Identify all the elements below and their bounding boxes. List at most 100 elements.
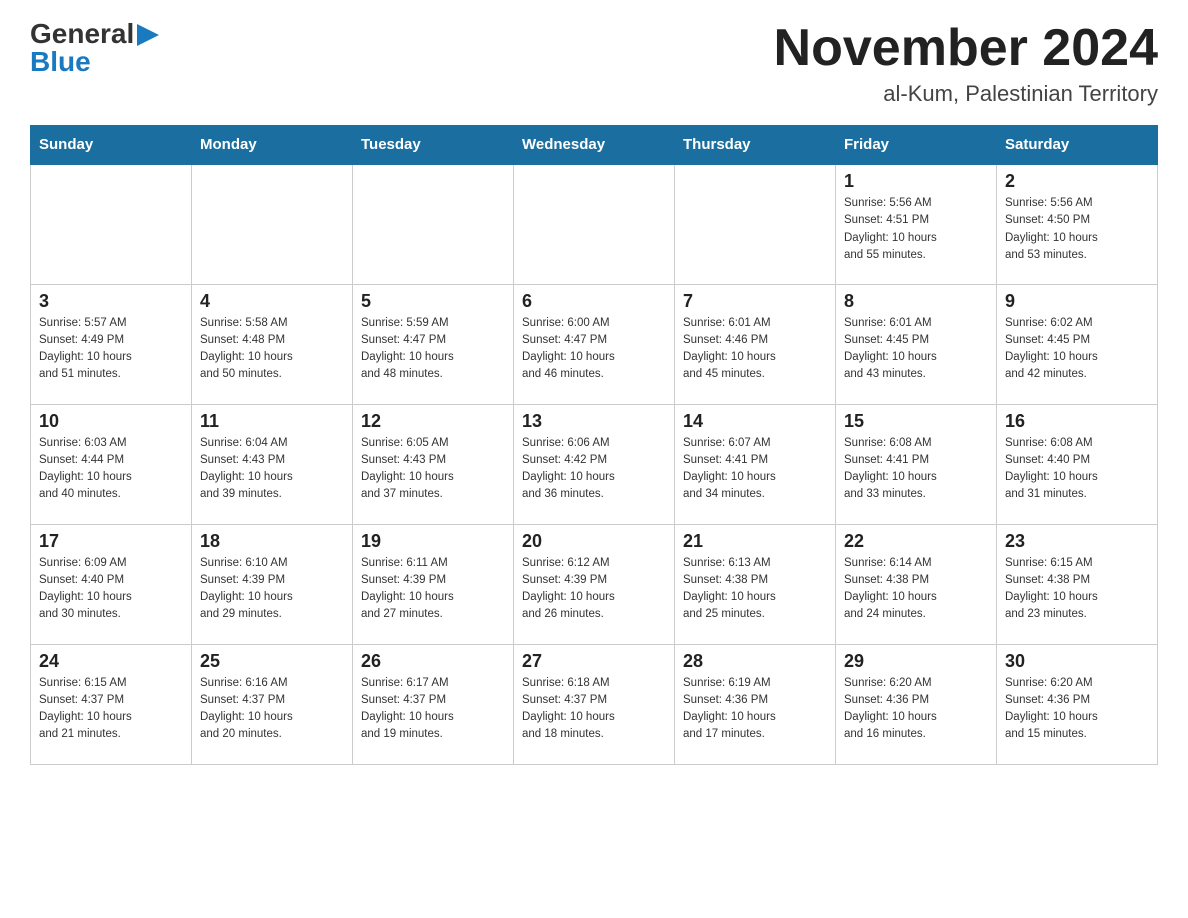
day-number: 25 <box>200 651 344 672</box>
calendar-cell: 27 Sunrise: 6:18 AM Sunset: 4:37 PM Dayli… <box>514 644 675 764</box>
day-info: Sunrise: 6:08 AM Sunset: 4:40 PM Dayligh… <box>1005 435 1149 504</box>
day-info: Sunrise: 6:02 AM Sunset: 4:45 PM Dayligh… <box>1005 315 1149 384</box>
day-info: Sunrise: 6:09 AM Sunset: 4:40 PM Dayligh… <box>39 555 183 624</box>
day-info: Sunrise: 6:05 AM Sunset: 4:43 PM Dayligh… <box>361 435 505 504</box>
day-number: 9 <box>1005 291 1149 312</box>
day-number: 2 <box>1005 171 1149 192</box>
calendar-cell: 20 Sunrise: 6:12 AM Sunset: 4:39 PM Dayli… <box>514 524 675 644</box>
day-info: Sunrise: 6:19 AM Sunset: 4:36 PM Dayligh… <box>683 675 827 744</box>
calendar-cell: 2 Sunrise: 5:56 AM Sunset: 4:50 PM Daylig… <box>997 164 1158 284</box>
day-number: 3 <box>39 291 183 312</box>
calendar-cell: 24 Sunrise: 6:15 AM Sunset: 4:37 PM Dayli… <box>31 644 192 764</box>
day-number: 4 <box>200 291 344 312</box>
calendar-cell: 22 Sunrise: 6:14 AM Sunset: 4:38 PM Dayli… <box>836 524 997 644</box>
day-of-week-header: Wednesday <box>514 126 675 165</box>
day-info: Sunrise: 6:01 AM Sunset: 4:45 PM Dayligh… <box>844 315 988 384</box>
calendar-cell: 15 Sunrise: 6:08 AM Sunset: 4:41 PM Dayli… <box>836 404 997 524</box>
calendar-cell: 1 Sunrise: 5:56 AM Sunset: 4:51 PM Daylig… <box>836 164 997 284</box>
calendar-cell <box>31 164 192 284</box>
day-number: 23 <box>1005 531 1149 552</box>
calendar-week-row: 17 Sunrise: 6:09 AM Sunset: 4:40 PM Dayli… <box>31 524 1158 644</box>
day-info: Sunrise: 6:12 AM Sunset: 4:39 PM Dayligh… <box>522 555 666 624</box>
calendar-week-row: 1 Sunrise: 5:56 AM Sunset: 4:51 PM Daylig… <box>31 164 1158 284</box>
day-info: Sunrise: 5:58 AM Sunset: 4:48 PM Dayligh… <box>200 315 344 384</box>
day-info: Sunrise: 6:11 AM Sunset: 4:39 PM Dayligh… <box>361 555 505 624</box>
day-info: Sunrise: 6:10 AM Sunset: 4:39 PM Dayligh… <box>200 555 344 624</box>
day-info: Sunrise: 5:56 AM Sunset: 4:51 PM Dayligh… <box>844 195 988 264</box>
day-number: 30 <box>1005 651 1149 672</box>
calendar-header-row: SundayMondayTuesdayWednesdayThursdayFrid… <box>31 126 1158 165</box>
logo-blue-text: Blue <box>30 48 91 76</box>
location-title: al-Kum, Palestinian Territory <box>774 81 1158 107</box>
calendar-week-row: 24 Sunrise: 6:15 AM Sunset: 4:37 PM Dayli… <box>31 644 1158 764</box>
day-number: 19 <box>361 531 505 552</box>
day-info: Sunrise: 6:15 AM Sunset: 4:38 PM Dayligh… <box>1005 555 1149 624</box>
calendar-cell <box>514 164 675 284</box>
logo: General Blue <box>30 20 159 76</box>
day-info: Sunrise: 6:14 AM Sunset: 4:38 PM Dayligh… <box>844 555 988 624</box>
day-number: 22 <box>844 531 988 552</box>
calendar-cell: 17 Sunrise: 6:09 AM Sunset: 4:40 PM Dayli… <box>31 524 192 644</box>
day-number: 1 <box>844 171 988 192</box>
day-of-week-header: Thursday <box>675 126 836 165</box>
day-number: 5 <box>361 291 505 312</box>
calendar-cell: 12 Sunrise: 6:05 AM Sunset: 4:43 PM Dayli… <box>353 404 514 524</box>
day-info: Sunrise: 5:56 AM Sunset: 4:50 PM Dayligh… <box>1005 195 1149 264</box>
calendar-cell: 30 Sunrise: 6:20 AM Sunset: 4:36 PM Dayli… <box>997 644 1158 764</box>
day-info: Sunrise: 6:06 AM Sunset: 4:42 PM Dayligh… <box>522 435 666 504</box>
day-number: 24 <box>39 651 183 672</box>
day-number: 21 <box>683 531 827 552</box>
day-number: 17 <box>39 531 183 552</box>
day-info: Sunrise: 6:01 AM Sunset: 4:46 PM Dayligh… <box>683 315 827 384</box>
calendar-cell: 19 Sunrise: 6:11 AM Sunset: 4:39 PM Dayli… <box>353 524 514 644</box>
calendar-cell: 5 Sunrise: 5:59 AM Sunset: 4:47 PM Daylig… <box>353 284 514 404</box>
calendar-cell: 13Sunrise: 6:06 AM Sunset: 4:42 PM Dayli… <box>514 404 675 524</box>
day-info: Sunrise: 6:18 AM Sunset: 4:37 PM Dayligh… <box>522 675 666 744</box>
calendar-cell: 29 Sunrise: 6:20 AM Sunset: 4:36 PM Dayli… <box>836 644 997 764</box>
calendar-cell: 23 Sunrise: 6:15 AM Sunset: 4:38 PM Dayli… <box>997 524 1158 644</box>
calendar-cell: 26 Sunrise: 6:17 AM Sunset: 4:37 PM Dayli… <box>353 644 514 764</box>
day-number: 16 <box>1005 411 1149 432</box>
day-info: Sunrise: 6:16 AM Sunset: 4:37 PM Dayligh… <box>200 675 344 744</box>
day-info: Sunrise: 6:20 AM Sunset: 4:36 PM Dayligh… <box>844 675 988 744</box>
calendar-cell: 28 Sunrise: 6:19 AM Sunset: 4:36 PM Dayli… <box>675 644 836 764</box>
day-number: 12 <box>361 411 505 432</box>
calendar-cell <box>192 164 353 284</box>
day-of-week-header: Tuesday <box>353 126 514 165</box>
day-number: 28 <box>683 651 827 672</box>
calendar-week-row: 3Sunrise: 5:57 AM Sunset: 4:49 PM Daylig… <box>31 284 1158 404</box>
page-header: General Blue November 2024 al-Kum, Pales… <box>30 20 1158 107</box>
day-number: 26 <box>361 651 505 672</box>
day-number: 27 <box>522 651 666 672</box>
calendar-week-row: 10Sunrise: 6:03 AM Sunset: 4:44 PM Dayli… <box>31 404 1158 524</box>
title-area: November 2024 al-Kum, Palestinian Territ… <box>774 20 1158 107</box>
day-info: Sunrise: 5:59 AM Sunset: 4:47 PM Dayligh… <box>361 315 505 384</box>
day-number: 20 <box>522 531 666 552</box>
day-number: 18 <box>200 531 344 552</box>
calendar-cell: 9 Sunrise: 6:02 AM Sunset: 4:45 PM Daylig… <box>997 284 1158 404</box>
day-info: Sunrise: 6:04 AM Sunset: 4:43 PM Dayligh… <box>200 435 344 504</box>
month-title: November 2024 <box>774 20 1158 77</box>
calendar-cell: 3Sunrise: 5:57 AM Sunset: 4:49 PM Daylig… <box>31 284 192 404</box>
day-info: Sunrise: 6:20 AM Sunset: 4:36 PM Dayligh… <box>1005 675 1149 744</box>
day-info: Sunrise: 6:15 AM Sunset: 4:37 PM Dayligh… <box>39 675 183 744</box>
day-info: Sunrise: 6:17 AM Sunset: 4:37 PM Dayligh… <box>361 675 505 744</box>
calendar-cell <box>675 164 836 284</box>
day-number: 8 <box>844 291 988 312</box>
day-number: 7 <box>683 291 827 312</box>
day-of-week-header: Saturday <box>997 126 1158 165</box>
calendar-cell: 14Sunrise: 6:07 AM Sunset: 4:41 PM Dayli… <box>675 404 836 524</box>
day-number: 15 <box>844 411 988 432</box>
calendar-cell: 11 Sunrise: 6:04 AM Sunset: 4:43 PM Dayli… <box>192 404 353 524</box>
day-number: 11 <box>200 411 344 432</box>
calendar-cell: 4 Sunrise: 5:58 AM Sunset: 4:48 PM Daylig… <box>192 284 353 404</box>
calendar-cell: 10Sunrise: 6:03 AM Sunset: 4:44 PM Dayli… <box>31 404 192 524</box>
calendar-cell: 21Sunrise: 6:13 AM Sunset: 4:38 PM Dayli… <box>675 524 836 644</box>
day-of-week-header: Sunday <box>31 126 192 165</box>
day-number: 6 <box>522 291 666 312</box>
calendar-cell: 6Sunrise: 6:00 AM Sunset: 4:47 PM Daylig… <box>514 284 675 404</box>
day-info: Sunrise: 6:08 AM Sunset: 4:41 PM Dayligh… <box>844 435 988 504</box>
day-number: 29 <box>844 651 988 672</box>
day-number: 14 <box>683 411 827 432</box>
calendar-cell: 8 Sunrise: 6:01 AM Sunset: 4:45 PM Daylig… <box>836 284 997 404</box>
